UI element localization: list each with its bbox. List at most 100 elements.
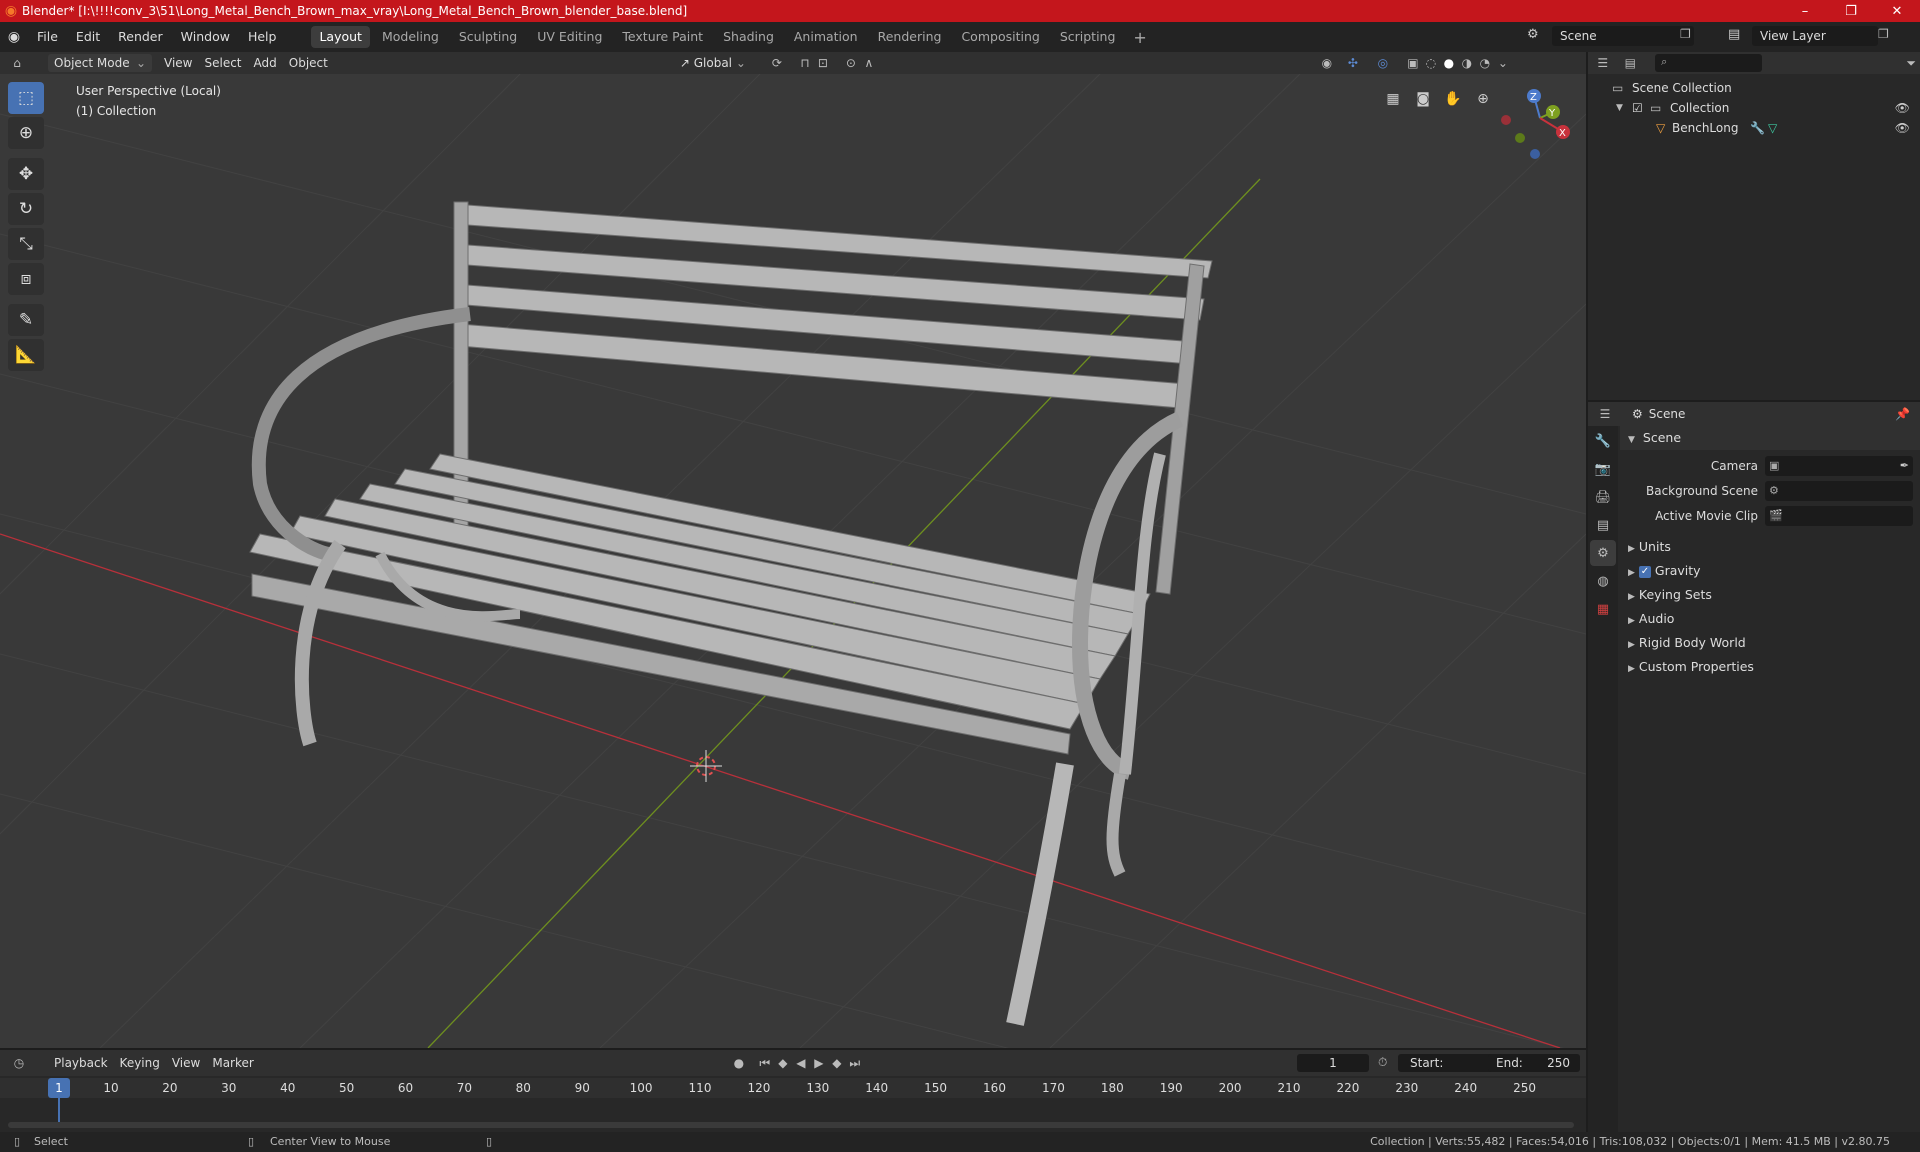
navigation-gizmo[interactable]: Z Y X (1501, 89, 1570, 159)
tab-texture-paint[interactable]: Texture Paint (614, 26, 711, 48)
render-tab-icon[interactable]: 📷 (1590, 456, 1616, 482)
timeline-area[interactable]: 10 20 30 40 50 60 70 80 90 100 110 120 130 140 150 160 1… (0, 1076, 1586, 1132)
play-reverse-icon[interactable]: ◀ (792, 1054, 810, 1072)
shading-rendered-icon[interactable]: ◔ (1476, 54, 1494, 72)
menu-select[interactable]: Select (198, 54, 247, 72)
keying-sets-panel[interactable]: ▶ Keying Sets (1620, 583, 1920, 607)
outliner-search-input[interactable]: ⌕ (1655, 54, 1763, 72)
snap-target-icon[interactable]: ⊡ (814, 54, 832, 72)
bench-model[interactable] (249, 201, 1213, 1026)
view-layer-tab-icon[interactable]: ▤ (1590, 512, 1616, 538)
view-layer-icon[interactable]: ▤ (1728, 27, 1740, 42)
active-movie-clip-field[interactable]: 🎬 (1765, 506, 1913, 526)
timeline-editor-type-icon[interactable]: ◷ (10, 1054, 28, 1072)
menu-view[interactable]: View (158, 54, 198, 72)
outliner-item-scene-collection[interactable]: ▭ Scene Collection (1588, 78, 1920, 98)
mesh-data-icon[interactable]: ▽ (1768, 118, 1777, 138)
select-box-tool-icon[interactable]: ⬚ (8, 82, 44, 114)
menu-window[interactable]: Window (172, 26, 239, 48)
tab-modeling[interactable]: Modeling (374, 26, 447, 48)
frame-ruler[interactable]: 10 20 30 40 50 60 70 80 90 100 110 120 130 140 150 160 1… (0, 1078, 1586, 1098)
new-view-layer-icon[interactable]: ❐ (1878, 27, 1889, 41)
toggle-camera-view-icon[interactable]: ▦ (1380, 86, 1406, 112)
output-tab-icon[interactable]: 🖨 (1590, 484, 1616, 510)
audio-panel[interactable]: ▶ Audio (1620, 607, 1920, 631)
transform-orientation-dropdown[interactable]: ↗ Global ⌄ (674, 54, 752, 72)
expand-arrow-icon[interactable]: ▼ (1616, 98, 1623, 118)
gizmo-toggle-icon[interactable]: ✣ (1344, 54, 1362, 72)
menu-marker[interactable]: Marker (206, 1054, 259, 1072)
gizmo-neg-x[interactable] (1501, 115, 1511, 125)
view-layer-field[interactable]: View Layer (1752, 26, 1878, 46)
benchlong-visibility-eye-icon[interactable]: 👁 (1895, 118, 1910, 138)
play-icon[interactable]: ▶ (810, 1054, 828, 1072)
next-keyframe-icon[interactable]: ◆ (828, 1054, 846, 1072)
gravity-panel[interactable]: ▶ ✓ Gravity (1620, 559, 1920, 583)
rigid-body-world-panel[interactable]: ▶ Rigid Body World (1620, 631, 1920, 655)
menu-add[interactable]: Add (248, 54, 283, 72)
jump-start-icon[interactable]: ⏮ (756, 1054, 774, 1072)
menu-render[interactable]: Render (109, 26, 172, 48)
menu-object[interactable]: Object (283, 54, 334, 72)
3d-viewport[interactable]: Z Y X User Perspective (Local) (1) Colle… (0, 74, 1586, 1048)
collection-checkbox[interactable]: ☑ (1632, 98, 1643, 118)
modifier-wrench-icon[interactable]: 🔧 (1750, 118, 1765, 138)
display-mode-icon[interactable]: ▤ (1622, 54, 1640, 72)
collection-visibility-eye-icon[interactable]: 👁 (1895, 98, 1910, 118)
world-tab-icon[interactable]: ◍ (1590, 568, 1616, 594)
camera-field[interactable]: ▣ ✒ (1765, 456, 1913, 476)
scale-tool-icon[interactable]: ⤡ (8, 228, 44, 260)
shading-wireframe-icon[interactable]: ◌ (1422, 54, 1440, 72)
close-button[interactable]: ✕ (1874, 0, 1920, 22)
tab-animation[interactable]: Animation (786, 26, 866, 48)
falloff-icon[interactable]: ∧ (860, 54, 878, 72)
properties-editor-type-icon[interactable]: ☰ (1596, 405, 1614, 423)
mode-dropdown[interactable]: Object Mode ⌄ (48, 54, 152, 72)
pin-icon[interactable]: 📌 (1895, 407, 1910, 421)
texture-tab-icon[interactable]: ▦ (1590, 596, 1616, 622)
xray-toggle-icon[interactable]: ▣ (1404, 54, 1422, 72)
proportional-edit-icon[interactable]: ⊙ (842, 54, 860, 72)
visibility-icon[interactable]: ◉ (1318, 54, 1336, 72)
playhead[interactable]: 1 (48, 1078, 70, 1098)
minimize-button[interactable]: – (1782, 0, 1828, 22)
tool-tab-icon[interactable]: 🔧 (1590, 428, 1616, 454)
add-workspace-button[interactable]: + (1125, 28, 1154, 47)
maximize-button[interactable]: ❐ (1828, 0, 1874, 22)
zoom-icon[interactable]: ⊕ (1470, 86, 1496, 112)
tab-compositing[interactable]: Compositing (953, 26, 1047, 48)
menu-help[interactable]: Help (239, 26, 286, 48)
prev-keyframe-icon[interactable]: ◆ (774, 1054, 792, 1072)
rotate-tool-icon[interactable]: ↻ (8, 193, 44, 225)
3d-cursor-icon[interactable] (690, 750, 722, 782)
stopwatch-icon[interactable]: ⏱ (1378, 1055, 1387, 1070)
move-tool-icon[interactable]: ✥ (8, 158, 44, 190)
editor-type-icon[interactable]: ⌂ (8, 54, 26, 72)
custom-properties-panel[interactable]: ▶ Custom Properties (1620, 655, 1920, 679)
measure-tool-icon[interactable]: 📐 (8, 339, 44, 371)
shading-solid-icon[interactable]: ● (1440, 54, 1458, 72)
end-frame-field[interactable]: End: 250 (1488, 1054, 1580, 1072)
shading-material-icon[interactable]: ◑ (1458, 54, 1476, 72)
gizmo-neg-z[interactable] (1530, 149, 1540, 159)
menu-playback[interactable]: Playback (48, 1054, 114, 1072)
eyedropper-icon[interactable]: ✒ (1900, 456, 1909, 476)
transform-tool-icon[interactable]: ⧈ (8, 263, 44, 295)
scene-tab-icon[interactable]: ⚙ (1590, 540, 1616, 566)
camera-icon[interactable]: ◙ (1410, 86, 1436, 112)
tab-uv-editing[interactable]: UV Editing (529, 26, 610, 48)
current-frame-field[interactable]: 1 (1297, 1054, 1369, 1072)
cursor-tool-icon[interactable]: ⊕ (8, 117, 44, 149)
units-panel[interactable]: ▶ Units (1620, 535, 1920, 559)
filter-icon[interactable]: ⏷ (1902, 54, 1920, 72)
pan-hand-icon[interactable]: ✋ (1440, 86, 1466, 112)
outliner-item-collection[interactable]: ▼ ☑ ▭ Collection 👁 (1588, 98, 1920, 118)
tab-sculpting[interactable]: Sculpting (451, 26, 525, 48)
timeline-scrollbar[interactable] (8, 1122, 1574, 1128)
menu-file[interactable]: File (28, 26, 67, 48)
tab-shading[interactable]: Shading (715, 26, 782, 48)
scene-selector-icon[interactable]: ⚙ (1527, 27, 1539, 42)
overlay-toggle-icon[interactable]: ◎ (1374, 54, 1392, 72)
scene-name-field[interactable]: Scene (1552, 26, 1694, 46)
background-scene-field[interactable]: ⚙ (1765, 481, 1913, 501)
